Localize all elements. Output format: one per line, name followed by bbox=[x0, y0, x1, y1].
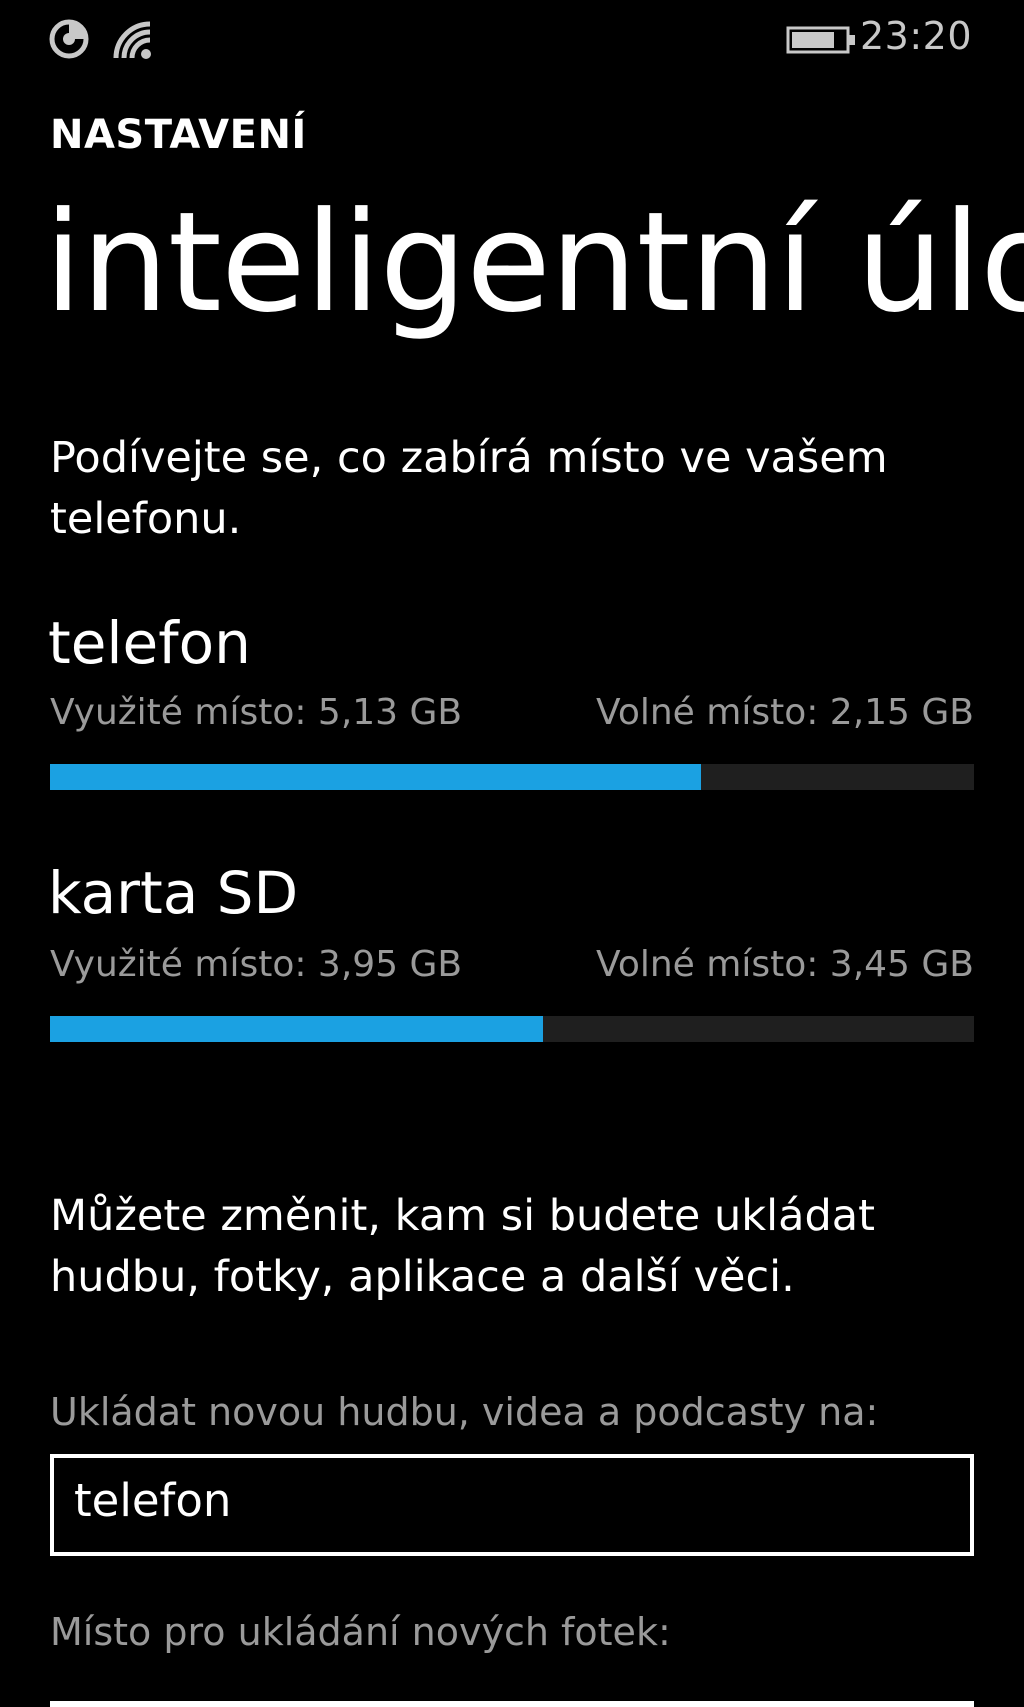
photo-location-label: Místo pro ukládání nových fotek: bbox=[50, 1610, 671, 1654]
settings-section-header: NASTAVENÍ bbox=[50, 112, 307, 158]
intro-text: Podívejte se, co zabírá místo ve vašem t… bbox=[50, 433, 888, 544]
storage-sd-info: Využité místo: 3,95 GB Volné místo: 3,45… bbox=[50, 944, 974, 990]
photo-location-picker[interactable] bbox=[50, 1701, 974, 1707]
status-time: 23:20 bbox=[859, 14, 972, 58]
storage-phone-label[interactable]: telefon bbox=[48, 611, 251, 676]
music-location-value: telefon bbox=[74, 1474, 232, 1527]
storage-sd-bar bbox=[50, 1016, 974, 1042]
storage-sd-free: Volné místo: 3,45 GB bbox=[596, 944, 974, 985]
status-bar: 23:20 bbox=[0, 0, 1024, 80]
storage-phone-bar bbox=[50, 764, 974, 790]
music-location-picker[interactable]: telefon bbox=[50, 1454, 974, 1556]
storage-sd-bar-fill bbox=[50, 1016, 544, 1042]
storage-phone-bar-fill bbox=[50, 764, 702, 790]
storage-phone-used: Využité místo: 5,13 GB bbox=[50, 692, 463, 733]
change-location-text: Můžete změnit, kam si budete ukládat hud… bbox=[50, 1191, 875, 1302]
notification-icon bbox=[48, 18, 90, 64]
storage-phone-free: Volné místo: 2,15 GB bbox=[596, 692, 974, 733]
storage-phone-info: Využité místo: 5,13 GB Volné místo: 2,15… bbox=[50, 692, 974, 738]
storage-sd-label[interactable]: karta SD bbox=[48, 861, 298, 926]
page-title: inteligentní úlo bbox=[44, 182, 1024, 343]
wifi-icon bbox=[110, 18, 156, 64]
music-location-label: Ukládat novou hudbu, videa a podcasty na… bbox=[50, 1390, 879, 1434]
battery-icon bbox=[786, 26, 858, 58]
storage-sd-used: Využité místo: 3,95 GB bbox=[50, 944, 463, 985]
